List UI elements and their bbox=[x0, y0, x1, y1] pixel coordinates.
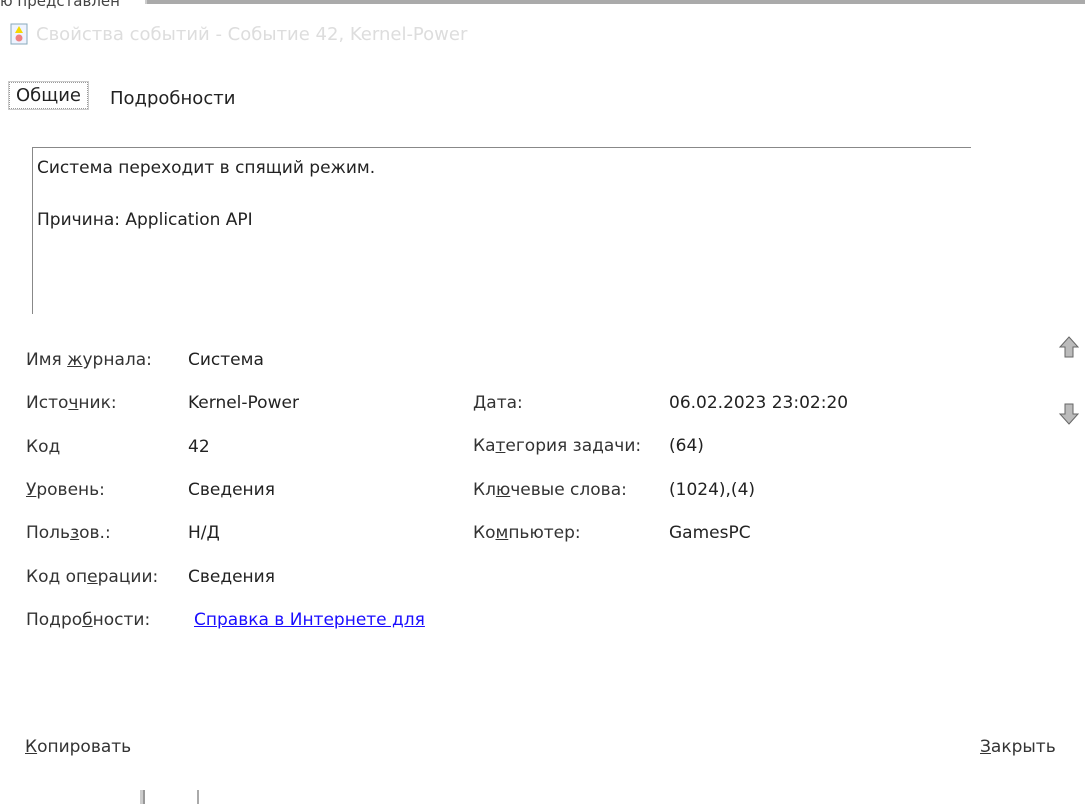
field-label: Подробности: bbox=[26, 610, 150, 630]
field-label: Компьютер: bbox=[473, 523, 581, 543]
copy-button[interactable]: Копировать bbox=[25, 737, 131, 757]
field-label: Категория задачи: bbox=[473, 436, 641, 456]
field-label: Код bbox=[26, 437, 60, 457]
online-help-link[interactable]: Справка в Интернете для bbox=[194, 610, 425, 630]
label-part: ровень: bbox=[36, 479, 105, 500]
label-part: егория задачи: bbox=[505, 436, 642, 457]
label-part: ж bbox=[67, 350, 83, 370]
label-part: Д bbox=[473, 393, 487, 413]
label-part: ности: bbox=[92, 609, 151, 630]
background-window-edge bbox=[145, 0, 1085, 4]
field-label: Дата: bbox=[473, 393, 523, 413]
label-part: урнала: bbox=[82, 350, 152, 370]
tab-general[interactable]: Общие bbox=[9, 82, 88, 109]
field-value: 42 bbox=[188, 436, 210, 457]
field-value: Сведения bbox=[188, 479, 275, 500]
label-part: Ка bbox=[473, 436, 496, 457]
label-part: ата: bbox=[486, 393, 523, 413]
tab-details[interactable]: Подробности bbox=[110, 88, 235, 109]
event-message-box[interactable]: Система переходит в спящий режим. Причин… bbox=[32, 147, 971, 314]
mnemonic: З bbox=[980, 737, 991, 757]
field-label: Код операции: bbox=[26, 567, 158, 587]
message-line: Причина: Application API bbox=[37, 210, 253, 230]
label-part: ов.: bbox=[79, 523, 111, 544]
background-window-text: ю представлен bbox=[0, 0, 120, 10]
background-edge bbox=[197, 790, 199, 804]
label-part: пьютер: bbox=[508, 522, 581, 543]
label-part: Исто bbox=[26, 393, 69, 414]
field-value: 06.02.2023 23:02:20 bbox=[669, 393, 849, 413]
field-label: Источник: bbox=[26, 393, 117, 413]
arrow-up-icon[interactable] bbox=[1058, 335, 1080, 359]
label-part: У bbox=[26, 479, 37, 500]
window-title-bar: Свойства событий - Событие 42, Kernel-Po… bbox=[8, 22, 467, 46]
close-button[interactable]: Закрыть bbox=[980, 737, 1056, 757]
field-value: Сведения bbox=[188, 566, 275, 587]
label-part: з bbox=[70, 523, 80, 544]
label-part: т bbox=[495, 436, 506, 457]
label-part: Поль bbox=[26, 523, 71, 544]
field-value: Система bbox=[188, 350, 264, 370]
label-part: ч bbox=[68, 393, 79, 414]
label-part: рации: bbox=[97, 566, 159, 587]
close-label: акрыть bbox=[990, 737, 1056, 757]
label-part: ник: bbox=[78, 393, 117, 414]
label-part: Кл bbox=[473, 479, 496, 500]
field-label: Имя журнала: bbox=[26, 350, 152, 370]
window-title: Свойства событий - Событие 42, Kernel-Po… bbox=[36, 23, 468, 45]
label-part: Подро bbox=[26, 609, 83, 630]
message-line: Система переходит в спящий режим. bbox=[37, 158, 376, 178]
field-label: Пользов.: bbox=[26, 523, 111, 543]
label-part: ю bbox=[495, 479, 511, 500]
label-part: Код bbox=[26, 436, 61, 457]
field-value: (1024),(4) bbox=[669, 479, 756, 500]
background-edge bbox=[140, 790, 145, 804]
field-value: Н/Д bbox=[188, 523, 220, 544]
event-warning-icon bbox=[10, 23, 28, 45]
label-part: м bbox=[495, 522, 509, 543]
copy-label: опировать bbox=[37, 737, 132, 757]
arrow-down-icon[interactable] bbox=[1058, 402, 1080, 426]
label-part: Код оп bbox=[26, 566, 88, 587]
label-part: б bbox=[82, 609, 93, 630]
field-value: (64) bbox=[669, 436, 704, 457]
field-value: GamesPC bbox=[669, 522, 751, 543]
label-part: Имя bbox=[26, 350, 68, 370]
mnemonic: К bbox=[25, 737, 38, 757]
field-value: Kernel-Power bbox=[188, 393, 299, 414]
label-part: чевые слова: bbox=[510, 479, 627, 500]
label-part: Ко bbox=[473, 522, 496, 543]
field-label: Ключевые слова: bbox=[473, 480, 627, 500]
label-part: е bbox=[87, 566, 98, 587]
field-label: Уровень: bbox=[26, 480, 105, 500]
